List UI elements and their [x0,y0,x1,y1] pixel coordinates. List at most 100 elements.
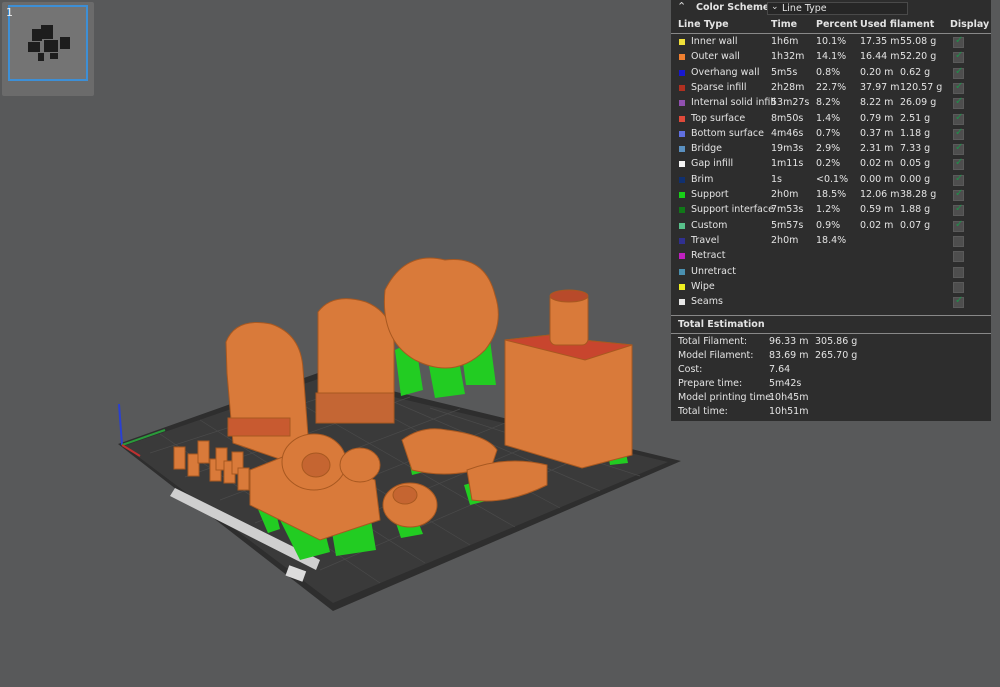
legend-row-unretract: Unretract [671,265,991,280]
line-type-filament-length: 0.02 m [860,158,894,170]
line-type-label: Bridge [691,143,722,155]
line-type-filament-length: 0.20 m [860,66,894,78]
line-type-time: 2h0m [771,234,799,246]
color-swatch [679,222,685,229]
line-type-percent: 22.7% [816,81,847,93]
col-line-type: Line Type [678,19,729,30]
display-checkbox[interactable] [953,112,964,125]
display-checkbox[interactable] [953,35,964,48]
plate-number: 1 [6,6,13,19]
display-checkbox[interactable] [953,142,964,156]
color-swatch [679,176,685,183]
line-type-percent: 10.1% [816,36,847,47]
total-value-secondary: 265.70 g [815,350,858,361]
display-checkbox[interactable] [953,188,964,201]
line-type-filament-weight: 52.20 g [900,51,937,63]
plate-thumbnail[interactable]: 1 [2,2,94,96]
line-type-time: 5m5s [771,66,798,78]
color-swatch [679,207,685,214]
display-checkbox[interactable] [953,66,964,79]
display-checkbox[interactable] [953,235,964,247]
color-swatch [679,146,685,153]
display-checkbox[interactable] [953,219,964,232]
line-type-time: 1m11s [771,158,804,170]
double-chevron-up-icon[interactable]: ⌃ [677,1,689,13]
line-type-filament-weight: 0.05 g [900,158,931,170]
plate-thumbnail-preview [28,25,70,61]
display-checkbox[interactable] [953,295,964,309]
total-value: 83.69 m [769,350,809,361]
line-type-filament-length: 0.59 m [860,204,894,216]
color-swatch [679,253,685,260]
total-estimation-title: Total Estimation [678,319,765,330]
line-type-filament-length: 37.97 m [860,81,900,93]
line-type-percent: 14.1% [816,51,847,63]
color-swatch [679,69,685,76]
legend-row-inner-wall: Inner wall 1h6m 10.1% 17.35 m 55.08 g [671,35,991,50]
line-type-percent: <0.1% [816,173,849,185]
legend-row-bottom-surface: Bottom surface 4m46s 0.7% 0.37 m 1.18 g [671,127,991,142]
display-checkbox[interactable] [953,50,964,64]
display-checkbox[interactable] [953,251,964,263]
line-type-filament-length: 0.00 m [860,173,894,185]
line-type-percent: 18.4% [816,234,847,246]
legend-row-bridge: Bridge 19m3s 2.9% 2.31 m 7.33 g [671,142,991,157]
line-type-filament-length: 16.44 m [860,51,900,63]
col-display: Display [950,19,990,30]
line-type-label: Internal solid infill [691,97,776,109]
col-used-filament: Used filament [860,19,935,30]
legend-row-seams: Seams [671,295,991,310]
line-type-percent: 0.2% [816,158,841,170]
line-type-label: Outer wall [691,51,740,63]
line-type-filament-length: 0.02 m [860,219,894,231]
line-type-filament-length: 2.31 m [860,143,894,155]
color-swatch [679,283,685,290]
color-scheme-select[interactable]: ⌄ Line Type [767,2,908,15]
line-type-filament-length: 8.22 m [860,97,894,109]
line-type-filament-weight: 120.57 g [900,81,943,93]
line-type-filament-weight: 55.08 g [900,36,937,47]
line-type-label: Support [691,189,729,200]
display-checkbox[interactable] [953,266,964,278]
line-type-label: Travel [691,234,720,246]
line-type-label: Retract [691,250,726,262]
total-label: Total time: [678,406,728,417]
line-type-time: 1s [771,173,782,185]
line-type-percent: 18.5% [816,189,847,200]
display-checkbox[interactable] [953,96,964,110]
line-type-label: Unretract [691,265,736,277]
totals-divider [671,315,991,316]
line-type-filament-length: 0.79 m [860,112,894,124]
col-percent: Percent [816,19,858,30]
line-type-label: Brim [691,173,714,185]
display-checkbox[interactable] [953,81,964,94]
line-type-label: Custom [691,219,728,231]
display-checkbox[interactable] [953,173,964,186]
display-checkbox[interactable] [953,127,964,140]
line-type-filament-weight: 38.28 g [900,189,937,200]
line-type-percent: 1.2% [816,204,841,216]
line-type-time: 2h28m [771,81,805,93]
display-checkbox[interactable] [953,281,964,293]
legend-divider [671,33,991,34]
color-scheme-label: Color Scheme [696,2,770,13]
total-value: 5m42s [769,378,802,389]
display-checkbox[interactable] [953,157,964,171]
line-type-time: 53m27s [771,97,810,109]
color-swatch [679,84,685,91]
plate-thumbnail-frame[interactable] [8,5,88,81]
line-type-time: 4m46s [771,127,804,139]
line-type-time: 1h6m [771,36,799,47]
line-type-label: Overhang wall [691,66,760,78]
total-value: 7.64 [769,364,791,375]
line-type-label: Seams [691,296,723,308]
line-type-time: 7m53s [771,204,804,216]
total-label: Prepare time: [678,378,743,389]
line-type-filament-weight: 2.51 g [900,112,931,124]
legend-row-travel: Travel 2h0m 18.4% [671,234,991,249]
line-type-filament-weight: 0.07 g [900,219,931,231]
totals-divider-2 [671,333,991,334]
color-swatch [679,268,685,275]
display-checkbox[interactable] [953,203,964,217]
color-swatch [679,115,685,122]
